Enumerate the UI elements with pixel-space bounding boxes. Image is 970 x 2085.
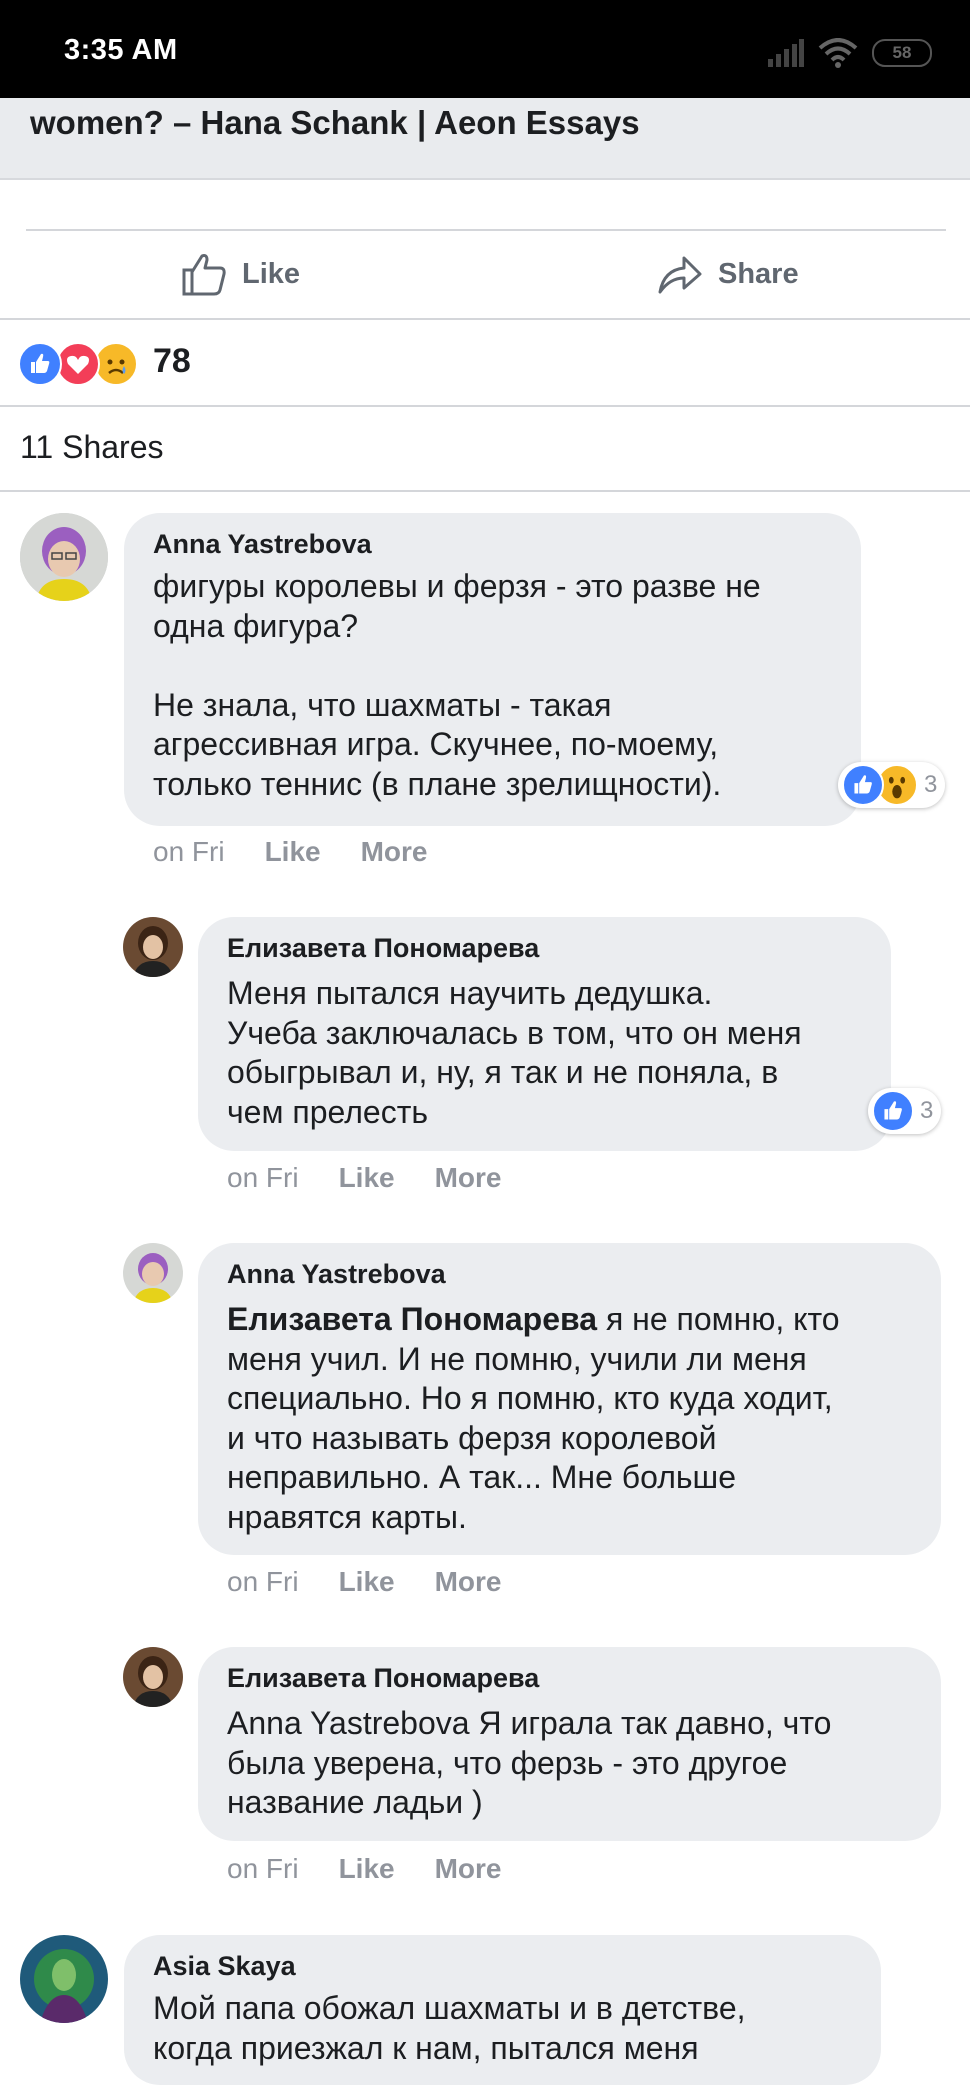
comment-like-button[interactable]: Like xyxy=(339,1162,395,1194)
signal-icon xyxy=(768,39,804,67)
divider xyxy=(26,229,946,231)
comment-meta: on Fri Like More xyxy=(227,1853,502,1885)
reaction-count: 3 xyxy=(920,1097,934,1124)
comment-time[interactable]: on Fri xyxy=(227,1853,299,1885)
comment-text: Меня пытался научить дедушка. Учеба закл… xyxy=(227,975,802,1130)
comment-bubble[interactable]: Asia Skaya Мой папа обожал шахматы и в д… xyxy=(124,1935,881,2085)
comment-author[interactable]: Anna Yastrebova xyxy=(153,529,372,560)
share-arrow-icon xyxy=(658,256,702,294)
avatar[interactable] xyxy=(123,917,183,977)
comment-author[interactable]: Елизавета Пономарева xyxy=(227,933,539,964)
comment-text: фигуры королевы и ферзя - это разве не о… xyxy=(153,568,761,802)
comment-like-button[interactable]: Like xyxy=(339,1566,395,1598)
like-label: Like xyxy=(242,257,301,290)
like-reaction-icon xyxy=(842,764,884,806)
status-bar: 3:35 AM 58 xyxy=(0,0,970,98)
comment-bubble[interactable]: Anna Yastrebova Елизавета Пономарева я н… xyxy=(198,1243,941,1555)
divider xyxy=(0,490,970,492)
like-reaction-icon xyxy=(872,1090,914,1132)
comment-bubble[interactable]: Елизавета Пономарева Anna Yastrebova Я и… xyxy=(198,1647,941,1841)
comment-like-button[interactable]: Like xyxy=(265,836,321,868)
link-title[interactable]: women? – Hana Schank | Aeon Essays xyxy=(30,104,640,142)
comment-more-button[interactable]: More xyxy=(435,1566,502,1598)
comment-mention[interactable]: Елизавета Пономарева xyxy=(227,1301,597,1337)
comment-meta: on Fri Like More xyxy=(153,836,428,868)
comment-bubble[interactable]: Anna Yastrebova фигуры королевы и ферзя … xyxy=(124,513,861,826)
comment-text: Anna Yastrebova Я играла так давно, что … xyxy=(227,1705,832,1820)
avatar[interactable] xyxy=(20,1935,108,2023)
comment-more-button[interactable]: More xyxy=(361,836,428,868)
avatar[interactable] xyxy=(123,1647,183,1707)
comment-reactions-badge[interactable]: 3 xyxy=(838,762,946,808)
comment-meta: on Fri Like More xyxy=(227,1162,502,1194)
comment-author[interactable]: Елизавета Пономарева xyxy=(227,1663,539,1694)
status-icons: 58 xyxy=(766,36,932,70)
comment-like-button[interactable]: Like xyxy=(339,1853,395,1885)
thumbs-up-icon xyxy=(182,254,226,296)
reaction-count: 3 xyxy=(924,771,938,798)
wifi-icon xyxy=(818,38,858,68)
comment-time[interactable]: on Fri xyxy=(227,1566,299,1598)
shares-summary[interactable]: 11 Shares xyxy=(0,407,970,491)
comment-time[interactable]: on Fri xyxy=(227,1162,299,1194)
comment-bubble[interactable]: Елизавета Пономарева Меня пытался научит… xyxy=(198,917,891,1151)
share-button[interactable]: Share xyxy=(656,250,799,298)
comment-meta: on Fri Like More xyxy=(227,1566,502,1598)
like-button[interactable]: Like xyxy=(180,250,300,298)
shares-count: 11 Shares xyxy=(20,429,164,465)
reactions-summary[interactable]: 78 xyxy=(0,320,970,406)
comment-reactions-badge[interactable]: 3 xyxy=(868,1088,942,1134)
share-label: Share xyxy=(718,257,799,290)
comment-time[interactable]: on Fri xyxy=(153,836,225,868)
avatar[interactable] xyxy=(123,1243,183,1303)
reaction-icons xyxy=(18,342,142,386)
reactions-count: 78 xyxy=(153,342,191,380)
avatar[interactable] xyxy=(20,513,108,601)
battery-icon: 58 xyxy=(872,39,932,67)
love-reaction-icon xyxy=(56,342,100,386)
comment-more-button[interactable]: More xyxy=(435,1162,502,1194)
sad-reaction-icon xyxy=(94,342,138,386)
status-time: 3:35 AM xyxy=(64,34,178,66)
comment-text: Мой папа обожал шахматы и в детстве, ког… xyxy=(153,1990,746,2066)
action-bar: Like Share xyxy=(0,232,970,318)
comment-more-button[interactable]: More xyxy=(435,1853,502,1885)
comment-author[interactable]: Asia Skaya xyxy=(153,1951,296,1982)
like-reaction-icon xyxy=(18,342,62,386)
link-preview-header[interactable]: women? – Hana Schank | Aeon Essays xyxy=(0,98,970,180)
comment-author[interactable]: Anna Yastrebova xyxy=(227,1259,446,1290)
comment-text: Елизавета Пономарева я не помню, кто мен… xyxy=(227,1300,840,1537)
